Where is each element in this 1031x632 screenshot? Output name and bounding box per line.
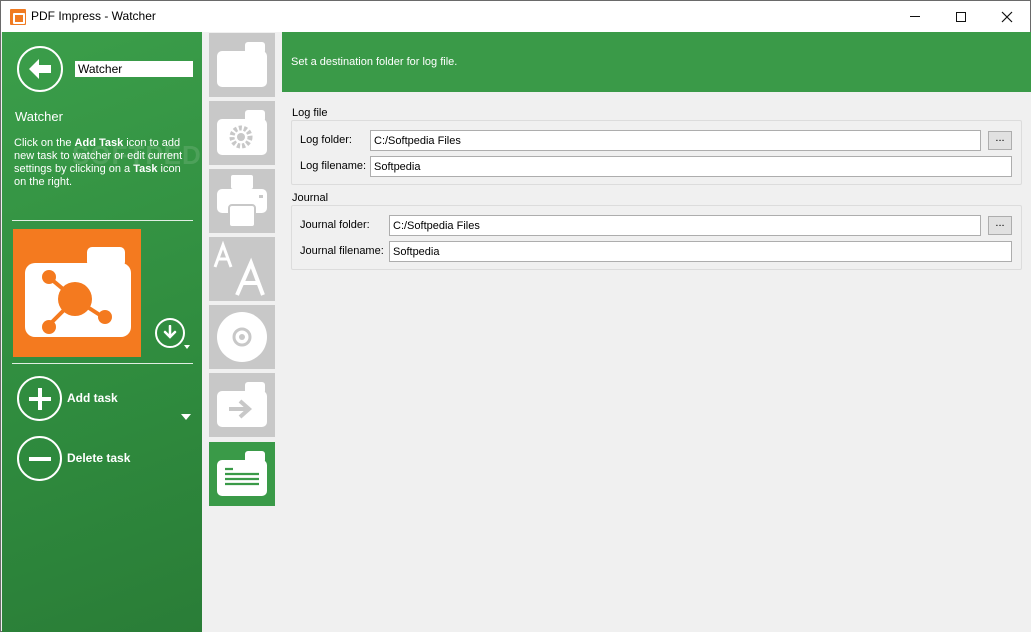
journal-folder-browse-button[interactable]: ... (988, 216, 1012, 235)
app-logo-icon (10, 9, 26, 25)
tab-settings[interactable] (209, 101, 275, 165)
task-settings-tabs (202, 32, 282, 632)
chevron-down-icon[interactable] (184, 345, 190, 349)
tab-printer[interactable] (209, 169, 275, 233)
printer-icon (217, 175, 267, 228)
back-button[interactable] (17, 46, 63, 92)
log-group-title: Log file (290, 107, 330, 119)
tab-input-folder[interactable] (209, 33, 275, 97)
title-bar: PDF Impress - Watcher (1, 1, 1030, 32)
sidebar: SOFTPEDIA Watcher Click on the Add Task … (2, 32, 229, 632)
tab-output-folder[interactable] (209, 373, 275, 437)
journal-filename-input[interactable] (389, 241, 1012, 262)
plus-icon (29, 388, 51, 410)
log-folder-input[interactable] (370, 130, 981, 151)
app-window: PDF Impress - Watcher SOFTPEDIA Watcher … (0, 0, 1031, 632)
divider (12, 363, 193, 364)
delete-task-button[interactable] (17, 436, 62, 481)
arrow-left-icon (29, 59, 51, 79)
watcher-name-input[interactable] (75, 61, 193, 77)
log-filename-input[interactable] (370, 156, 1012, 177)
sidebar-description: Click on the Add Task icon to add new ta… (14, 137, 183, 188)
divider (12, 220, 193, 221)
delete-task-label[interactable]: Delete task (67, 451, 130, 465)
maximize-button[interactable] (938, 1, 984, 32)
download-button[interactable] (155, 318, 185, 348)
maximize-icon (956, 11, 966, 22)
settings-icon (217, 110, 267, 155)
journal-folder-label: Journal folder: (300, 219, 370, 231)
journal-group-title: Journal (290, 192, 331, 204)
tab-disc[interactable] (209, 305, 275, 369)
journal-folder-input[interactable] (389, 215, 981, 236)
add-task-button[interactable] (17, 376, 62, 421)
folder-icon (217, 42, 267, 87)
window-title: PDF Impress - Watcher (31, 9, 156, 23)
close-icon (1001, 11, 1013, 22)
log-icon (217, 451, 267, 496)
banner-text: Set a destination folder for log file. (291, 56, 458, 68)
task-preview[interactable] (13, 229, 141, 357)
arrow-down-icon (163, 325, 177, 339)
close-button[interactable] (984, 1, 1030, 32)
log-folder-label: Log folder: (300, 134, 352, 146)
watch-folder-icon (25, 247, 131, 337)
minimize-icon (910, 16, 920, 17)
log-filename-label: Log filename: (300, 160, 367, 172)
tab-log[interactable] (209, 442, 275, 506)
add-task-label[interactable]: Add task (67, 391, 118, 405)
journal-filename-label: Journal filename: (300, 245, 384, 257)
font-icon (213, 240, 265, 296)
output-folder-icon (217, 382, 267, 427)
minus-icon (29, 457, 51, 461)
sidebar-title: Watcher (15, 109, 63, 124)
disc-icon (217, 312, 267, 362)
minimize-button[interactable] (892, 1, 938, 32)
info-banner: Set a destination folder for log file. (282, 32, 1031, 92)
chevron-down-icon[interactable] (181, 414, 191, 420)
log-folder-browse-button[interactable]: ... (988, 131, 1012, 150)
tab-fonts[interactable] (209, 237, 275, 301)
